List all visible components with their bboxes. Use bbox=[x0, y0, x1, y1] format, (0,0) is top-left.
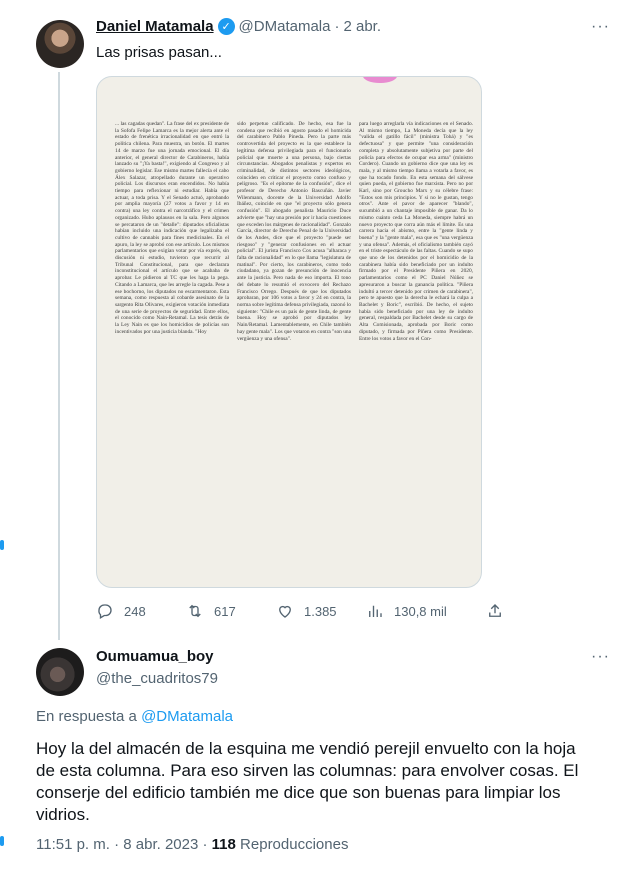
tweet-text: Las prisas pasan... bbox=[96, 44, 222, 61]
image-decoration bbox=[363, 77, 397, 83]
left-rail bbox=[0, 0, 14, 870]
retweet-icon bbox=[189, 604, 201, 618]
verified-badge-icon: ✓ bbox=[217, 18, 235, 35]
author-name[interactable]: Oumuamua_boy bbox=[96, 648, 214, 665]
timestamp[interactable]: 11:51 p. m. · 8 abr. 2023 · bbox=[36, 836, 208, 853]
attached-image[interactable]: ... las cagadas quedan". La frase del ex… bbox=[96, 76, 482, 588]
newspaper-column: ... las cagadas quedan". La frase del ex… bbox=[115, 121, 229, 335]
newspaper-column: sido perpetuo calificado. De hecho, esa … bbox=[237, 121, 351, 342]
heart-icon bbox=[279, 605, 291, 618]
rail-indicator bbox=[0, 836, 4, 846]
more-options-icon[interactable]: ··· bbox=[591, 648, 610, 666]
avatar[interactable] bbox=[36, 20, 84, 68]
retweet-button[interactable]: 617 bbox=[186, 602, 276, 620]
views-count: 118 bbox=[211, 836, 236, 853]
in-reply-handle-link[interactable]: @DMatamala bbox=[141, 708, 233, 725]
parent-tweet[interactable]: Daniel Matamala ✓ @DMatamala · 2 abr. ··… bbox=[20, 0, 620, 640]
views-count: 130,8 mil bbox=[394, 603, 447, 619]
author-handle[interactable]: @the_cuadritos79 bbox=[96, 670, 218, 687]
separator: · bbox=[334, 18, 340, 35]
views-button[interactable]: 130,8 mil bbox=[366, 602, 486, 620]
rail-indicator bbox=[0, 540, 4, 550]
tweet-date[interactable]: 2 abr. bbox=[343, 18, 381, 35]
author-handle[interactable]: @DMatamala bbox=[239, 18, 331, 35]
views-chart-icon bbox=[369, 605, 382, 617]
reply-count: 248 bbox=[124, 603, 146, 619]
more-options-icon[interactable]: ··· bbox=[591, 18, 610, 36]
action-bar: 248 617 1.385 130,8 mil bbox=[96, 600, 516, 622]
share-button[interactable] bbox=[486, 602, 504, 620]
share-icon bbox=[489, 604, 501, 617]
newspaper-column: para luego arreglarla vía indicaciones e… bbox=[359, 121, 473, 342]
like-button[interactable]: 1.385 bbox=[276, 602, 366, 620]
in-reply-to: En respuesta a @DMatamala bbox=[36, 708, 233, 725]
views-label: Reproducciones bbox=[240, 836, 349, 853]
author-name[interactable]: Daniel Matamala bbox=[96, 18, 214, 35]
avatar[interactable] bbox=[36, 648, 84, 696]
retweet-count: 617 bbox=[214, 603, 236, 619]
reply-button[interactable]: 248 bbox=[96, 602, 186, 620]
reply-icon bbox=[98, 604, 112, 619]
tweet-header: Daniel Matamala ✓ @DMatamala · 2 abr. bbox=[96, 18, 381, 35]
reply-tweet[interactable]: Oumuamua_boy @the_cuadritos79 ··· En res… bbox=[20, 640, 620, 870]
tweet-meta: 11:51 p. m. · 8 abr. 2023 · 118 Reproduc… bbox=[36, 836, 348, 853]
like-count: 1.385 bbox=[304, 603, 337, 619]
in-reply-prefix: En respuesta a bbox=[36, 708, 137, 725]
tweet-text: Hoy la del almacén de la esquina me vend… bbox=[36, 739, 579, 824]
thread-line bbox=[58, 72, 60, 640]
